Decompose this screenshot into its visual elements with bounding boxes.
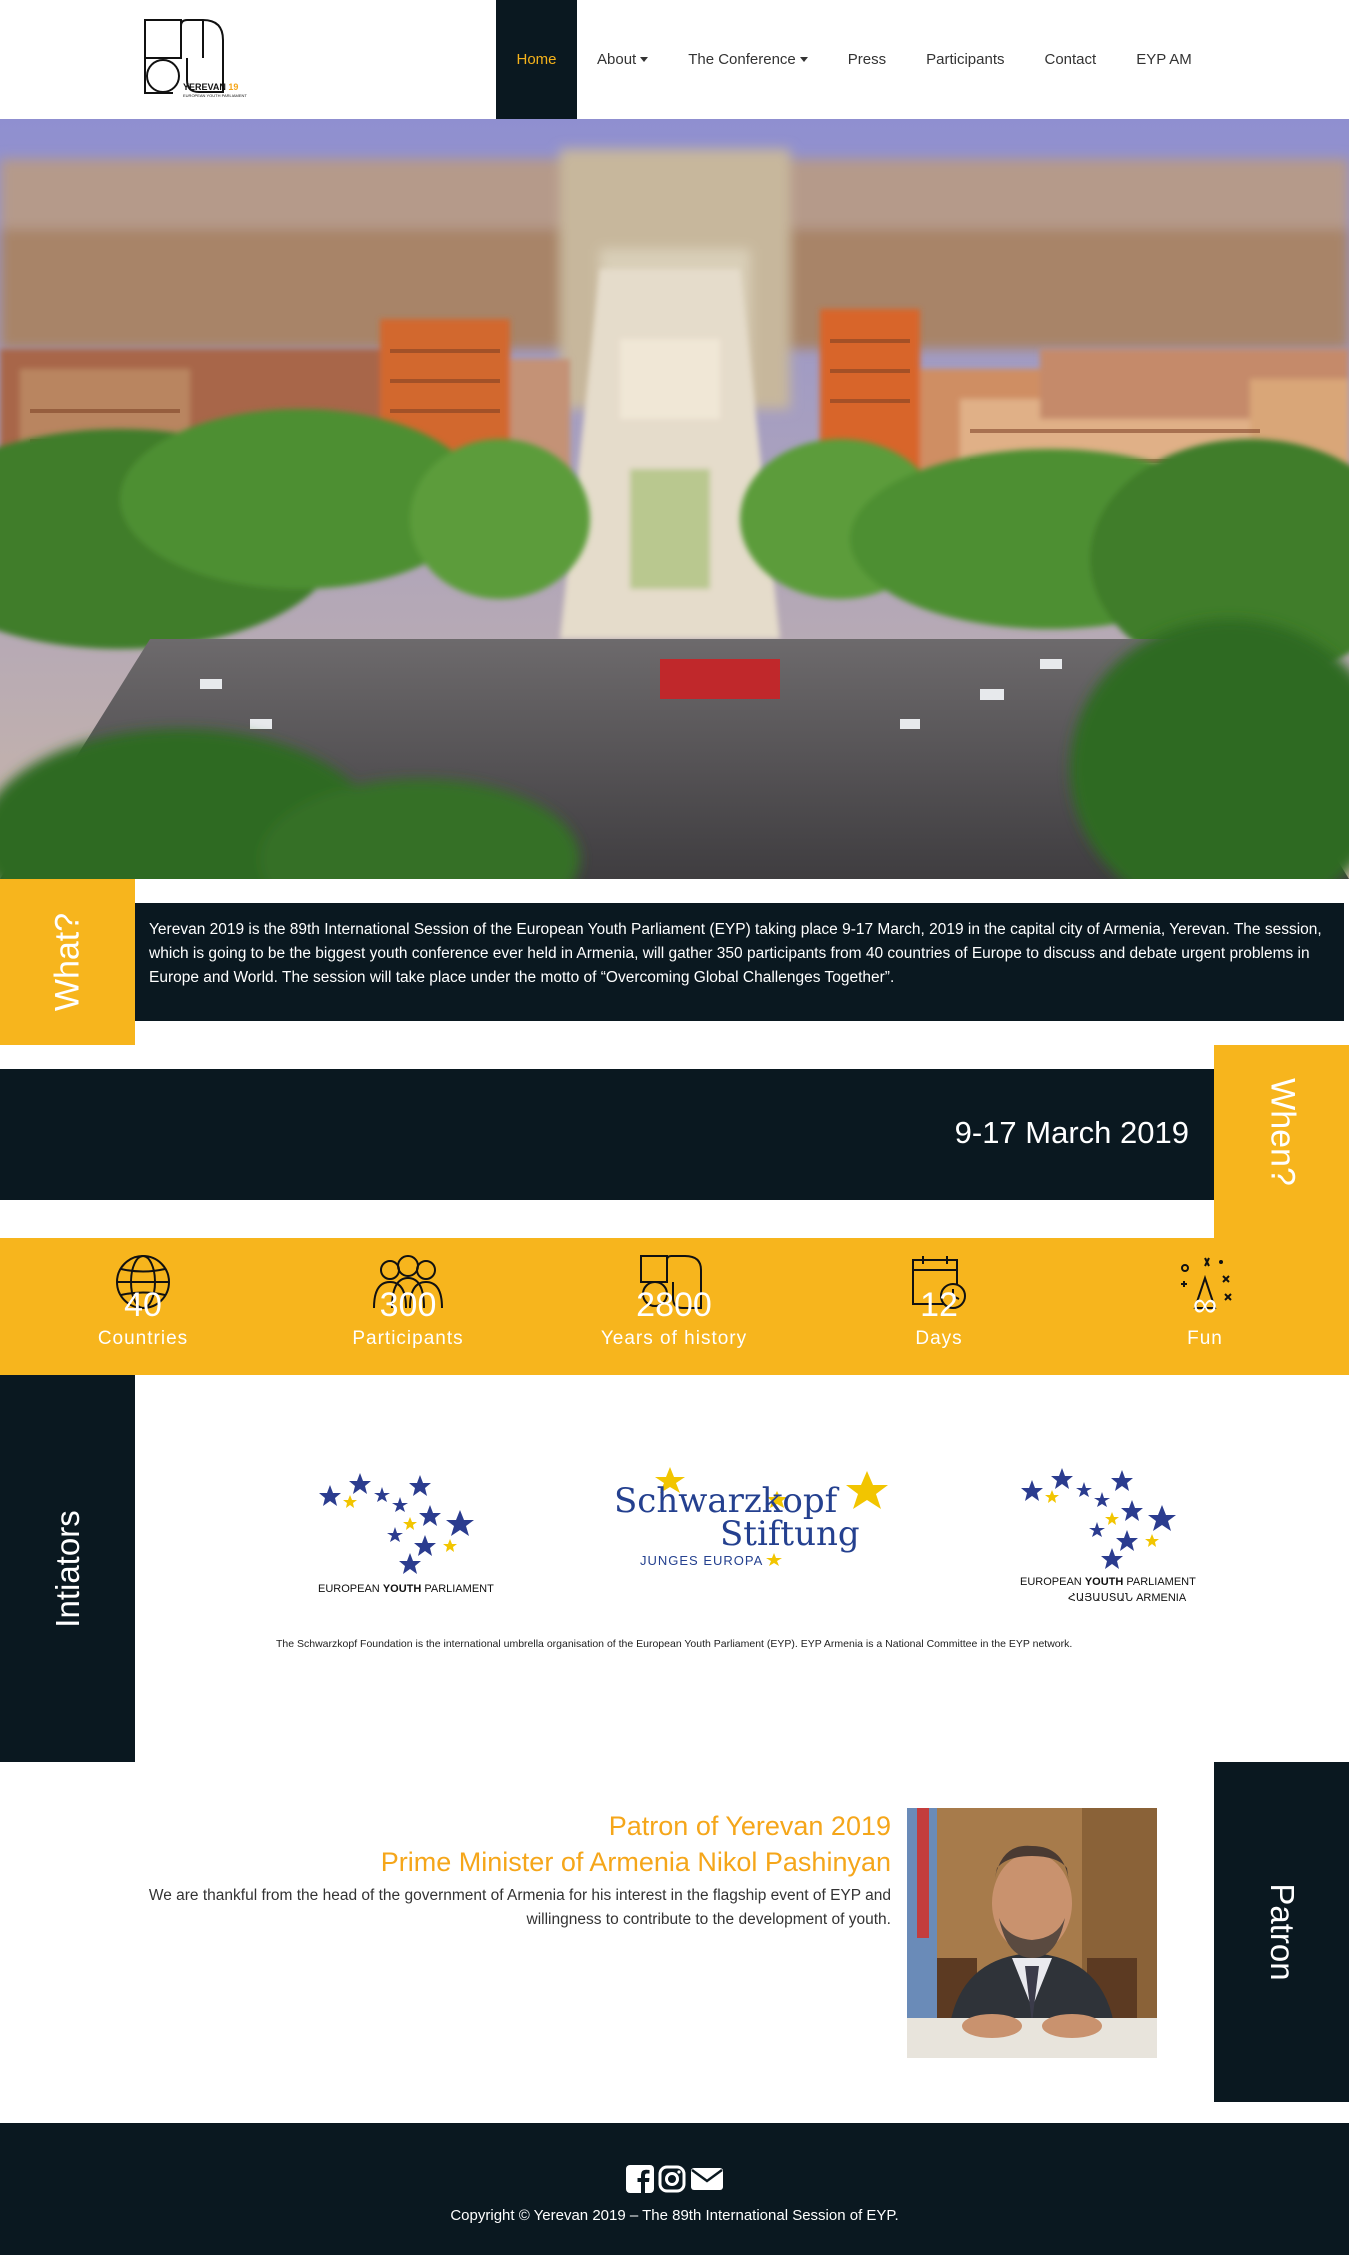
nav-contact[interactable]: Contact: [1025, 0, 1117, 119]
patron-title-line2: Prime Minister of Armenia Nikol Pashinya…: [380, 1847, 891, 1877]
stat-fun: ∞ Fun: [1105, 1238, 1305, 1375]
social-links: [626, 2165, 724, 2193]
stat-label: Fun: [1187, 1328, 1223, 1349]
yerevan-cascade-panorama: [0, 119, 1349, 879]
initiators-note: The Schwarzkopf Foundation is the intern…: [276, 1638, 1073, 1650]
nav-about[interactable]: About: [577, 0, 668, 119]
stat-number: 300: [379, 1286, 437, 1324]
junges-europa: JUNGES EUROPA: [640, 1553, 764, 1568]
when-tab: When?: [1214, 1045, 1349, 1238]
patron-tab: Patron: [1214, 1762, 1349, 2102]
eyp-armenia-line1: EUROPEAN YOUTH PARLIAMENT: [1020, 1576, 1196, 1588]
initiators-heading: Intiators: [48, 1509, 86, 1628]
stat-years: 2800 Years of history: [574, 1238, 774, 1375]
copyright-text: Copyright © Yerevan 2019 – The 89th Inte…: [450, 2207, 899, 2224]
stat-label: Days: [915, 1328, 963, 1349]
patron-title-line1: Patron of Yerevan 2019: [608, 1811, 891, 1841]
stat-countries: 40 Countries: [43, 1238, 243, 1375]
what-tab: What?: [0, 879, 135, 1045]
stat-number: 12: [920, 1286, 958, 1324]
schwarzkopf-stiftung-logo[interactable]: Schwarzkopf Stiftung JUNGES EUROPA: [612, 1465, 892, 1575]
logo-tagline: EUROPEAN YOUTH PARLIAMENT: [183, 93, 247, 98]
patron-title: Patron of Yerevan 2019 Prime Minister of…: [381, 1808, 891, 1880]
what-heading: What?: [48, 912, 86, 1012]
stat-label: Countries: [97, 1328, 189, 1349]
eyp-armenia-logo[interactable]: EUROPEAN YOUTH PARLIAMENT ՀԱՅԱՍՏԱՆ ARMEN…: [1012, 1460, 1212, 1610]
patron-photo: [907, 1808, 1157, 2058]
hero-city-image: [0, 119, 1349, 879]
site-header: YEREVAN 19 EUROPEAN YOUTH PARLIAMENT Hom…: [0, 0, 1349, 119]
nav-participants[interactable]: Participants: [906, 0, 1024, 119]
nav-the-conference[interactable]: The Conference: [668, 0, 828, 119]
patron-heading: Patron: [1263, 1883, 1301, 1981]
eyp-armenia-line2: ՀԱՅԱՍՏԱՆ ARMENIA: [1068, 1592, 1187, 1604]
initiators-tab: Intiators: [0, 1375, 135, 1762]
stat-number: 2800: [636, 1286, 712, 1324]
main-nav: Home About The Conference Press Particip…: [496, 0, 1212, 119]
stat-number: 40: [124, 1286, 162, 1324]
nav-home[interactable]: Home: [496, 0, 577, 119]
stat-participants: 300 Participants: [308, 1238, 508, 1375]
stat-label: Years of history: [600, 1328, 748, 1349]
event-date: 9-17 March 2019: [954, 1115, 1189, 1150]
stiftung-name: Stiftung: [720, 1514, 860, 1554]
dropdown-caret-icon: [640, 57, 649, 62]
eu-stars-icon: [1021, 1468, 1176, 1569]
patron-text: We are thankful from the head of the gov…: [148, 1887, 891, 1928]
dropdown-caret-icon: [799, 57, 808, 62]
nav-press[interactable]: Press: [828, 0, 906, 119]
logo-text: YEREVAN 19: [183, 82, 239, 92]
patron-portrait-image: [907, 1808, 1157, 2058]
eyp-logo[interactable]: EUROPEAN YOUTH PARLIAMENT: [310, 1465, 510, 1600]
stat-number: ∞: [1192, 1286, 1218, 1324]
instagram-icon[interactable]: [658, 2165, 686, 2193]
email-icon[interactable]: [690, 2165, 724, 2193]
what-description: Yerevan 2019 is the 89th International S…: [135, 903, 1344, 1021]
nav-eyp-am[interactable]: EYP AM: [1116, 0, 1212, 119]
eu-stars-icon: [319, 1473, 474, 1574]
site-footer: Copyright © Yerevan 2019 – The 89th Inte…: [0, 2123, 1349, 2255]
eyp-logo-text: EUROPEAN YOUTH PARLIAMENT: [318, 1583, 494, 1595]
facebook-icon[interactable]: [626, 2165, 654, 2193]
stats-bar: 40 Countries 300 Participants 2800 Years…: [0, 1238, 1349, 1375]
when-heading: When?: [1263, 1077, 1301, 1186]
stat-label: Participants: [352, 1328, 464, 1349]
stat-days: 12 Days: [839, 1238, 1039, 1375]
when-bar: 9-17 March 2019: [0, 1069, 1214, 1200]
